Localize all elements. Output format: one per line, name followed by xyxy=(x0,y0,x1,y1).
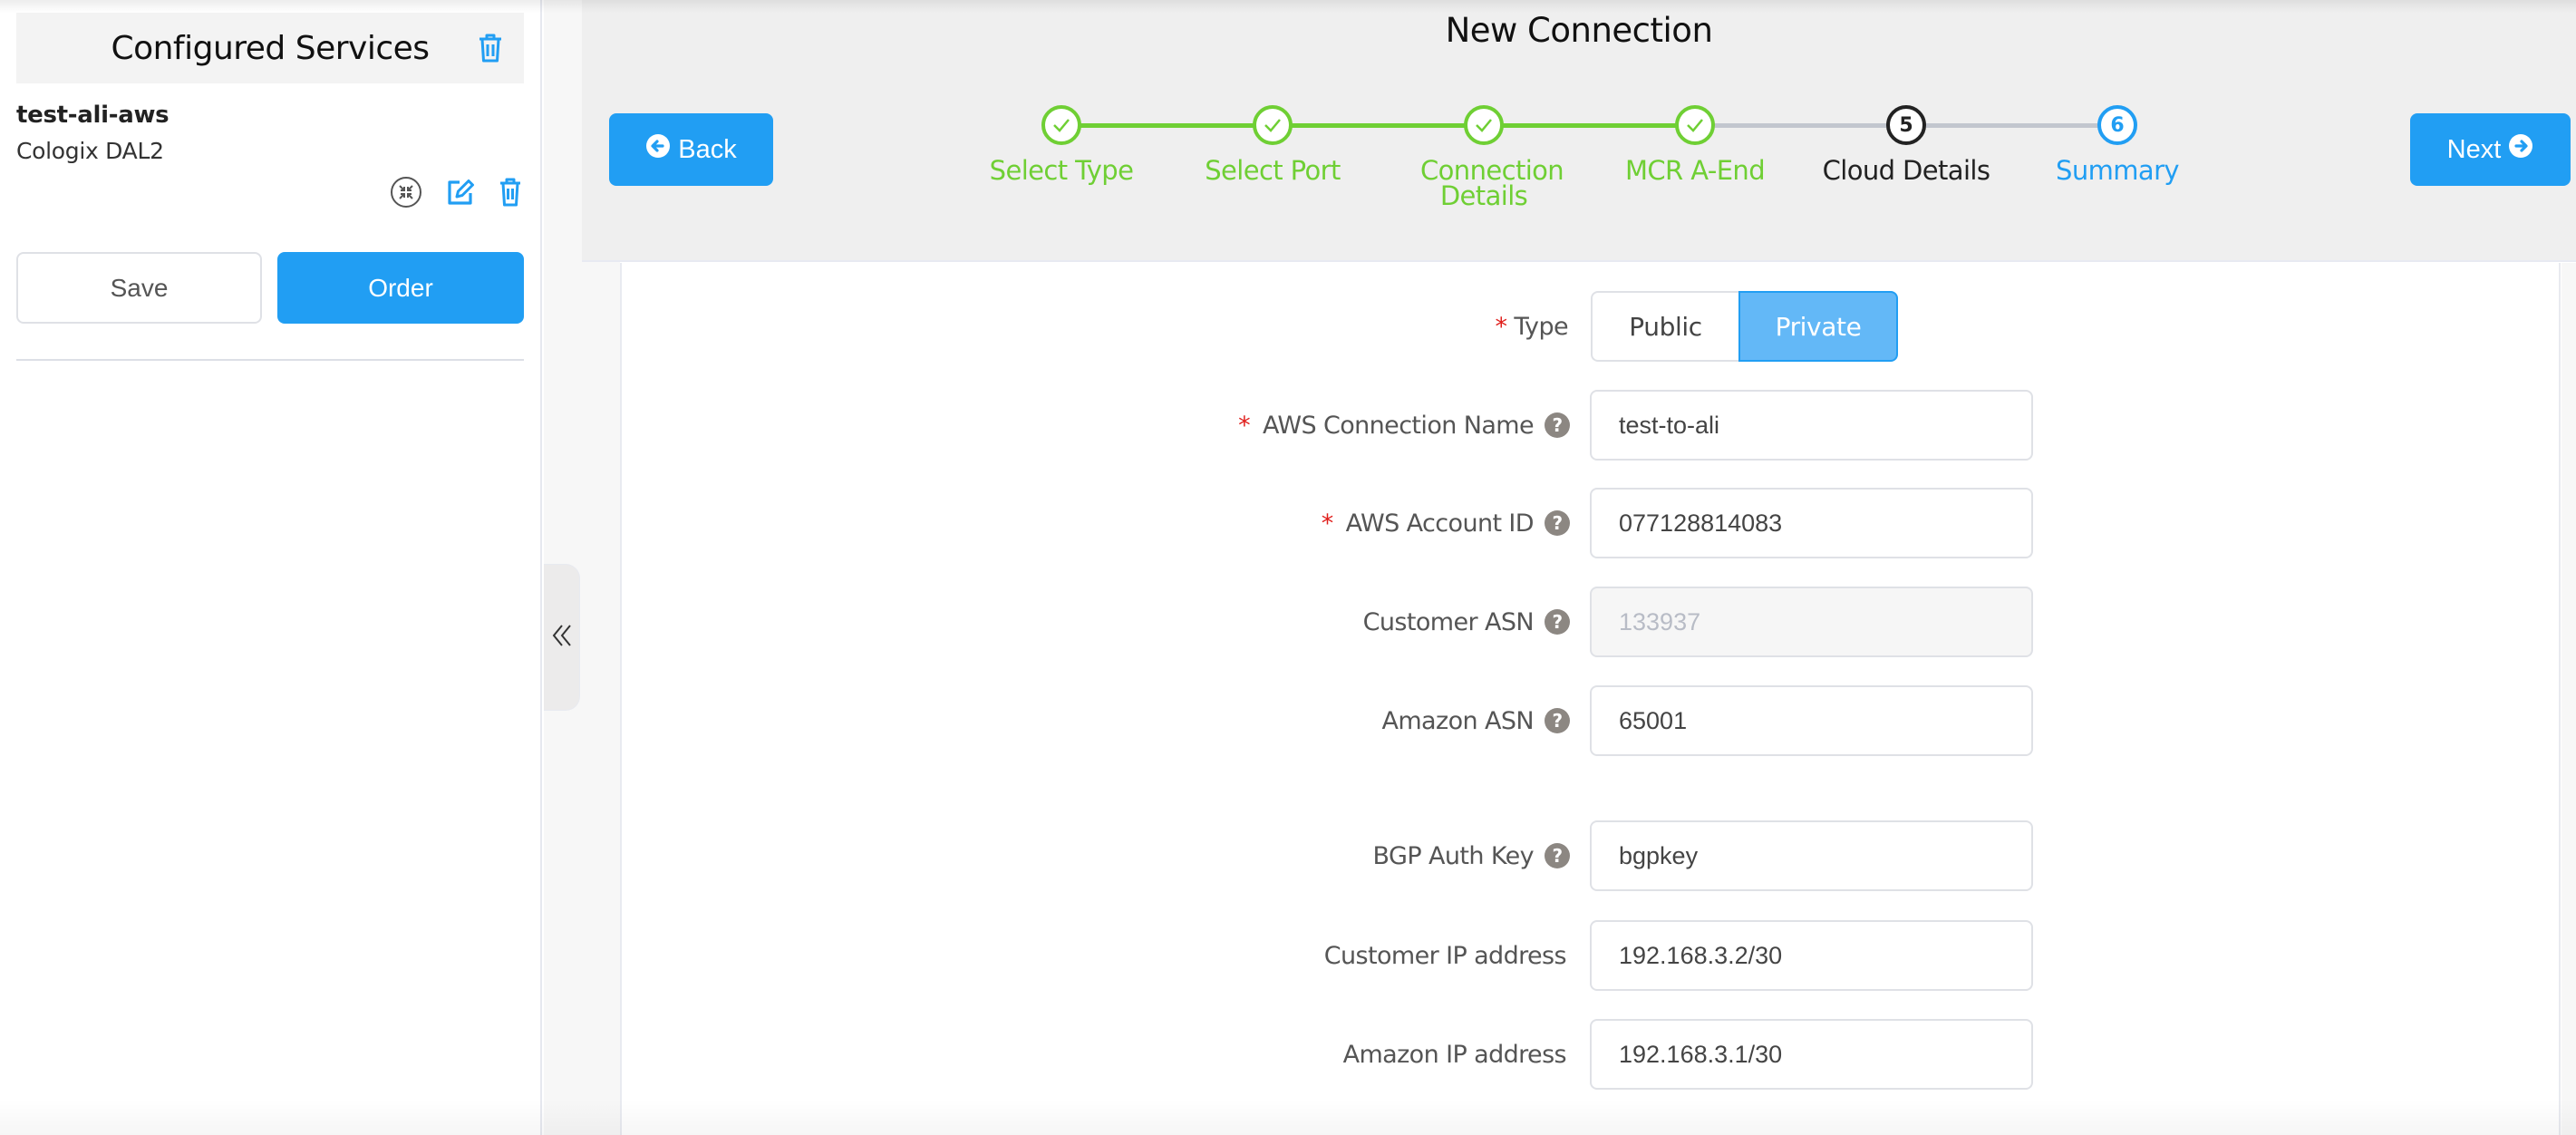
next-button[interactable]: Next xyxy=(2410,113,2571,186)
step-summary[interactable]: 6 Summary xyxy=(2018,105,2217,186)
sidebar-title: Configured Services xyxy=(111,29,430,67)
help-icon[interactable]: ? xyxy=(1545,843,1570,868)
wizard-header: New Connection Back Select Type Select Po… xyxy=(582,0,2576,262)
required-mark: * xyxy=(1238,411,1251,440)
aws-account-id-row: * AWS Account ID? xyxy=(0,488,2576,558)
trash-icon[interactable] xyxy=(499,178,522,211)
bgp-auth-key-row: BGP Auth Key? xyxy=(0,820,2576,891)
arrow-circle-left-icon xyxy=(645,133,671,166)
step-label: Cloud Details xyxy=(1822,155,1990,186)
amazon-ip-address-label: Amazon IP address xyxy=(1342,1040,1567,1069)
step-select-port[interactable]: Select Port xyxy=(1173,105,1372,186)
aws-connection-name-label: * AWS Connection Name? xyxy=(1238,390,1570,461)
check-icon xyxy=(1253,105,1293,145)
step-number: 5 xyxy=(1886,105,1926,145)
amazon-asn-label: Amazon ASN? xyxy=(1381,685,1570,756)
customer-asn-row: Customer ASN? xyxy=(0,587,2576,657)
check-icon xyxy=(1041,105,1081,145)
type-option-public[interactable]: Public xyxy=(1591,291,1738,362)
step-label: Summary xyxy=(2056,155,2180,186)
aws-connection-name-row: * AWS Connection Name? xyxy=(0,390,2576,461)
step-label: Connection Details xyxy=(1420,155,1564,211)
required-mark: * xyxy=(1495,312,1507,341)
step-mcr-a-end[interactable]: MCR A-End xyxy=(1595,105,1795,186)
customer-asn-label: Customer ASN? xyxy=(1363,587,1570,657)
amazon-ip-address-row: Amazon IP address xyxy=(0,1019,2576,1090)
step-number: 6 xyxy=(2097,105,2137,145)
bgp-auth-key-label: BGP Auth Key? xyxy=(1373,820,1570,891)
aws-connection-name-input[interactable] xyxy=(1590,390,2033,461)
page-title: New Connection xyxy=(1445,11,1713,50)
check-icon xyxy=(1675,105,1715,145)
next-label: Next xyxy=(2446,134,2502,164)
step-connection-details[interactable]: Connection Details xyxy=(1384,105,1583,209)
sidebar-header: Configured Services xyxy=(16,13,524,83)
edit-icon[interactable] xyxy=(446,178,475,211)
type-row: * Type Public Private xyxy=(0,291,2576,362)
step-label: Select Type xyxy=(989,155,1134,186)
bgp-auth-key-input[interactable] xyxy=(1590,820,2033,891)
required-mark: * xyxy=(1321,509,1334,538)
step-cloud-details[interactable]: 5 Cloud Details xyxy=(1806,105,2006,186)
customer-ip-address-label: Customer IP address xyxy=(1323,941,1567,970)
step-label: MCR A-End xyxy=(1624,155,1766,186)
arrow-circle-right-icon xyxy=(2508,133,2533,166)
type-option-private[interactable]: Private xyxy=(1738,291,1898,362)
help-icon[interactable]: ? xyxy=(1545,412,1570,438)
back-label: Back xyxy=(678,134,737,164)
aws-account-id-input[interactable] xyxy=(1590,488,2033,558)
check-icon xyxy=(1464,105,1504,145)
customer-ip-address-input[interactable] xyxy=(1590,920,2033,991)
back-button[interactable]: Back xyxy=(609,113,773,186)
aws-account-id-label: * AWS Account ID? xyxy=(1322,488,1570,558)
compress-icon[interactable] xyxy=(390,176,422,213)
step-select-type[interactable]: Select Type xyxy=(962,105,1161,186)
type-label: * Type xyxy=(1495,312,1568,341)
delete-all-trash-icon[interactable] xyxy=(477,33,504,63)
service-name[interactable]: test-ali-aws xyxy=(16,102,169,129)
help-icon[interactable]: ? xyxy=(1545,609,1570,635)
service-actions xyxy=(390,176,522,213)
amazon-asn-row: Amazon ASN? xyxy=(0,685,2576,756)
service-location: Cologix DAL2 xyxy=(16,138,164,164)
customer-ip-address-row: Customer IP address xyxy=(0,920,2576,991)
amazon-asn-input[interactable] xyxy=(1590,685,2033,756)
step-label: Select Port xyxy=(1205,155,1341,186)
customer-asn-input xyxy=(1590,587,2033,657)
amazon-ip-address-input[interactable] xyxy=(1590,1019,2033,1090)
help-icon[interactable]: ? xyxy=(1545,708,1570,733)
type-toggle: Public Private xyxy=(1591,291,1898,362)
help-icon[interactable]: ? xyxy=(1545,510,1570,536)
